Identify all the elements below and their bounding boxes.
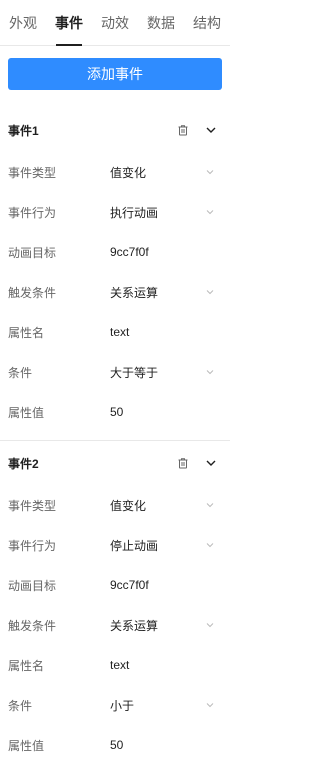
event-title: 事件1 — [8, 123, 39, 138]
chevron-down-icon[interactable] — [202, 207, 218, 217]
property-value[interactable]: 50 — [110, 405, 222, 419]
property-label: 事件类型 — [8, 498, 57, 513]
chevron-down-icon[interactable] — [202, 620, 218, 630]
property-label: 条件 — [8, 365, 33, 380]
property-row: 属性值 50 — [0, 725, 230, 761]
property-row: 动画目标 9cc7f0f — [0, 232, 230, 272]
tab-bar: 外观 事件 动效 数据 结构 — [0, 0, 230, 46]
chevron-down-icon[interactable] — [200, 452, 222, 474]
property-label: 属性名 — [8, 325, 45, 340]
trash-icon[interactable] — [172, 452, 194, 474]
tab-events[interactable]: 事件 — [46, 0, 92, 46]
property-row[interactable]: 事件类型 值变化 — [0, 485, 230, 525]
property-select[interactable]: 关系运算 — [110, 284, 202, 301]
property-label: 属性值 — [8, 405, 45, 420]
event-section: 事件2 事件类型 值变化事件行为 停止动画动画目标 9cc7f0f 触发条件 关系运算属性名… — [0, 441, 230, 761]
property-value[interactable]: 9cc7f0f — [110, 245, 222, 259]
property-label: 触发条件 — [8, 285, 57, 300]
property-row: 属性名 text — [0, 645, 230, 685]
property-row: 动画目标 9cc7f0f — [0, 565, 230, 605]
property-label: 事件类型 — [8, 165, 57, 180]
property-select[interactable]: 值变化 — [110, 497, 202, 514]
tab-data[interactable]: 数据 — [138, 0, 184, 46]
trash-icon[interactable] — [172, 119, 194, 141]
chevron-down-icon[interactable] — [202, 540, 218, 550]
property-label: 属性值 — [8, 738, 45, 753]
property-label: 动画目标 — [8, 245, 57, 260]
property-row[interactable]: 条件 小于 — [0, 685, 230, 725]
property-label: 动画目标 — [8, 578, 57, 593]
property-value[interactable]: 50 — [110, 738, 222, 752]
tab-appearance[interactable]: 外观 — [0, 0, 46, 46]
property-row[interactable]: 触发条件 关系运算 — [0, 605, 230, 645]
property-select[interactable]: 关系运算 — [110, 617, 202, 634]
property-label: 事件行为 — [8, 205, 57, 220]
event-header[interactable]: 事件2 — [0, 441, 230, 485]
property-select[interactable]: 停止动画 — [110, 537, 202, 554]
chevron-down-icon[interactable] — [202, 700, 218, 710]
event-header[interactable]: 事件1 — [0, 108, 230, 152]
chevron-down-icon[interactable] — [202, 500, 218, 510]
property-row[interactable]: 触发条件 关系运算 — [0, 272, 230, 312]
tab-structure[interactable]: 结构 — [184, 0, 230, 46]
property-value[interactable]: 9cc7f0f — [110, 578, 222, 592]
property-value[interactable]: text — [110, 325, 222, 339]
chevron-down-icon[interactable] — [200, 119, 222, 141]
property-row[interactable]: 条件 大于等于 — [0, 352, 230, 392]
property-select[interactable]: 执行动画 — [110, 204, 202, 221]
property-label: 属性名 — [8, 658, 45, 673]
property-row: 属性名 text — [0, 312, 230, 352]
chevron-down-icon[interactable] — [202, 367, 218, 377]
property-row: 属性值 50 — [0, 392, 230, 432]
property-label: 触发条件 — [8, 618, 57, 633]
property-select[interactable]: 小于 — [110, 697, 202, 714]
tab-animation[interactable]: 动效 — [92, 0, 138, 46]
property-row[interactable]: 事件类型 值变化 — [0, 152, 230, 192]
chevron-down-icon[interactable] — [202, 167, 218, 177]
chevron-down-icon[interactable] — [202, 287, 218, 297]
event-section: 事件1 事件类型 值变化事件行为 执行动画动画目标 9cc7f0f 触发条件 关系运算属性名… — [0, 108, 230, 441]
add-event-button[interactable]: 添加事件 — [8, 58, 222, 90]
property-value[interactable]: text — [110, 658, 222, 672]
property-row[interactable]: 事件行为 执行动画 — [0, 192, 230, 232]
event-title: 事件2 — [8, 456, 39, 471]
property-select[interactable]: 大于等于 — [110, 364, 202, 381]
property-label: 条件 — [8, 698, 33, 713]
property-row[interactable]: 事件行为 停止动画 — [0, 525, 230, 565]
property-select[interactable]: 值变化 — [110, 164, 202, 181]
property-label: 事件行为 — [8, 538, 57, 553]
